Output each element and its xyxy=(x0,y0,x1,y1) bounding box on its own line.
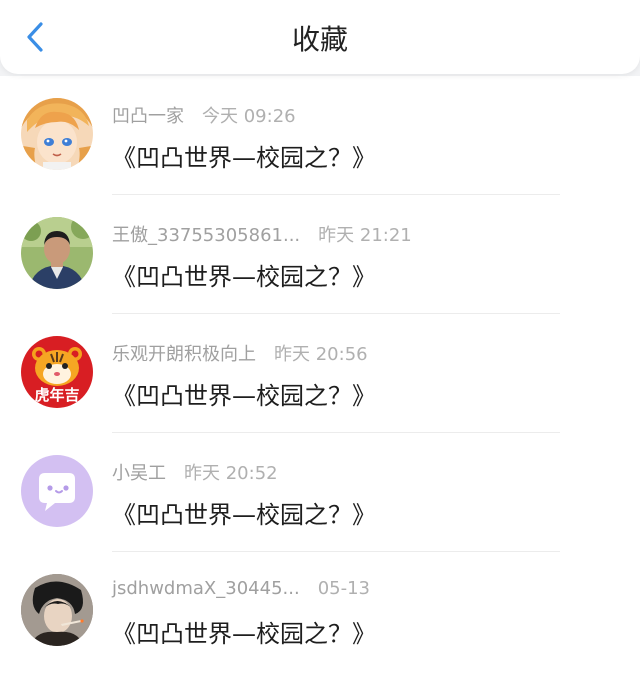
favorites-list: 凹凸一家 今天 09:26 《凹凸世界—校园之？》 王傲_33755305861.… xyxy=(0,76,640,676)
item-title[interactable]: 《凹凸世界—校园之？》 xyxy=(112,495,376,530)
list-item[interactable]: jsdhwdmaX_30445... 05-13 《凹凸世界—校园之？》 xyxy=(0,552,640,671)
item-meta: 乐观开朗积极向上 昨天 20:56 xyxy=(112,340,368,366)
avatar[interactable] xyxy=(21,98,93,170)
item-meta: 王傲_33755305861... 昨天 21:21 xyxy=(112,221,412,247)
username[interactable]: 乐观开朗积极向上 xyxy=(112,344,256,365)
page-title: 收藏 xyxy=(291,23,348,56)
list-item[interactable]: 小吴工 昨天 20:52 《凹凸世界—校园之？》 xyxy=(0,433,640,552)
username[interactable]: 凹凸一家 xyxy=(112,106,184,127)
avatar[interactable] xyxy=(21,574,93,646)
username[interactable]: 王傲_33755305861... xyxy=(112,225,300,246)
tiger-badge-text: 虎年吉 xyxy=(34,386,79,404)
timestamp: 今天 09:26 xyxy=(202,106,296,127)
timestamp: 昨天 20:56 xyxy=(274,344,368,365)
item-title[interactable]: 《凹凸世界—校园之？》 xyxy=(112,376,376,411)
username[interactable]: jsdhwdmaX_30445... xyxy=(112,578,300,599)
list-item[interactable]: 凹凸一家 今天 09:26 《凹凸世界—校园之？》 xyxy=(0,76,640,195)
timestamp: 05-13 xyxy=(317,578,370,599)
avatar[interactable] xyxy=(21,217,93,289)
top-bar: 收藏 xyxy=(0,0,640,74)
item-title[interactable]: 《凹凸世界—校园之？》 xyxy=(112,138,376,173)
item-meta: jsdhwdmaX_30445... 05-13 xyxy=(112,578,370,599)
item-title[interactable]: 《凹凸世界—校园之？》 xyxy=(112,257,376,292)
username[interactable]: 小吴工 xyxy=(112,463,166,484)
list-item[interactable]: 王傲_33755305861... 昨天 21:21 《凹凸世界—校园之？》 xyxy=(0,195,640,314)
timestamp: 昨天 20:52 xyxy=(184,463,278,484)
avatar[interactable]: 虎年吉 xyxy=(21,336,93,408)
list-item[interactable]: 虎年吉 乐观开朗积极向上 昨天 20:56 《凹凸世界—校园之？》 xyxy=(0,314,640,433)
avatar[interactable] xyxy=(21,455,93,527)
timestamp: 昨天 21:21 xyxy=(318,225,412,246)
item-meta: 凹凸一家 今天 09:26 xyxy=(112,102,296,128)
item-meta: 小吴工 昨天 20:52 xyxy=(112,459,278,485)
item-title[interactable]: 《凹凸世界—校园之？》 xyxy=(112,614,376,649)
